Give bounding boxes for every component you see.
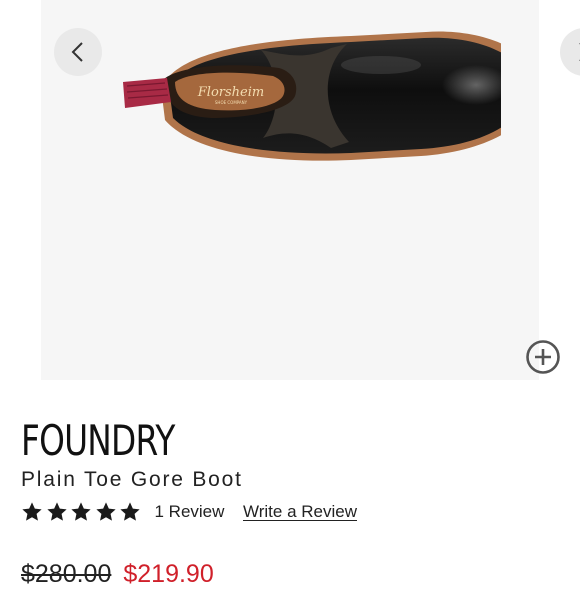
star-icon (120, 502, 140, 521)
original-price: $280.00 (21, 560, 112, 588)
previous-image-button[interactable] (54, 28, 102, 76)
star-icon (71, 502, 91, 521)
write-review-link[interactable]: Write a Review (243, 502, 357, 522)
sale-price: $219.90 (123, 560, 214, 588)
zoom-plus-icon[interactable] (525, 339, 561, 375)
product-brand: FOUNDRY (21, 416, 175, 465)
product-name: Plain Toe Gore Boot (21, 468, 243, 491)
next-image-button[interactable] (560, 28, 580, 76)
price: $280.00 $219.90 (21, 560, 214, 589)
chevron-left-icon (71, 42, 83, 62)
star-icon (22, 502, 42, 521)
rating-summary: 1 Review (21, 499, 224, 525)
chevron-right-icon (579, 43, 580, 61)
product-image[interactable]: Florsheim SHOE COMPANY (81, 10, 501, 170)
star-icon (95, 502, 116, 521)
product-image-gallery: Florsheim SHOE COMPANY (41, 0, 580, 380)
review-count[interactable]: 1 Review (155, 502, 225, 522)
star-icon (46, 502, 67, 521)
insole-logo: Florsheim (197, 85, 264, 100)
star-rating[interactable] (21, 501, 144, 523)
insole-tagline: SHOE COMPANY (215, 100, 248, 105)
